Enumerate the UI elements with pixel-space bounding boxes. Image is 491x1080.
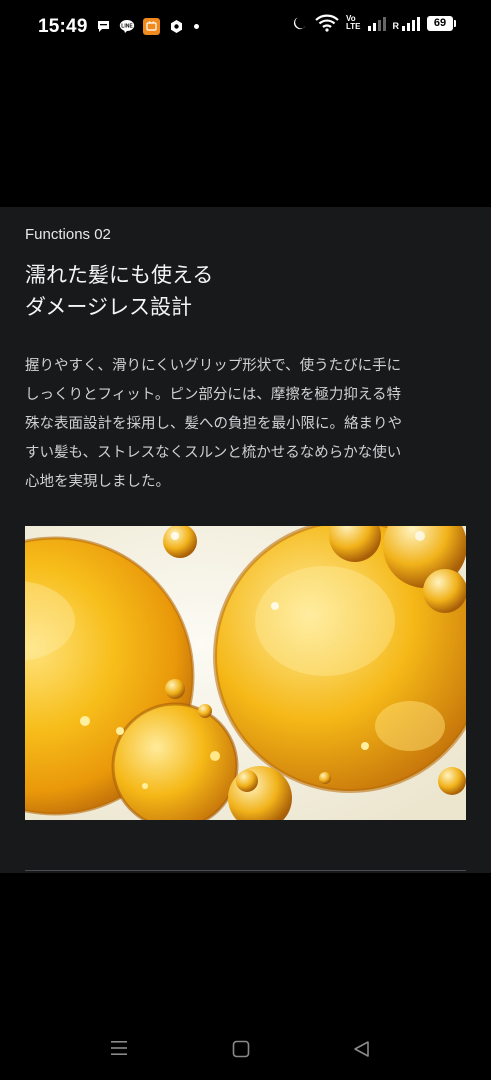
gear-icon xyxy=(168,19,184,35)
svg-text:LINE: LINE xyxy=(121,24,133,30)
section-heading: 濡れた髪にも使える ダメージレス設計 xyxy=(25,259,465,323)
screen: 15:49 LINE Vo LTE R 69 Functions 02 濡れた髪… xyxy=(0,0,491,1080)
signal-icon xyxy=(367,15,386,31)
section-divider xyxy=(25,870,466,871)
back-icon[interactable] xyxy=(353,1040,371,1062)
volte-bottom: LTE xyxy=(345,22,361,31)
app-icon xyxy=(143,18,160,35)
signal-icon-2 xyxy=(402,15,420,31)
section-label: Functions 02 xyxy=(25,226,111,243)
notification-icons: LINE xyxy=(95,18,199,35)
more-notifications-dot xyxy=(194,24,199,29)
heading-line-2: ダメージレス設計 xyxy=(25,295,192,319)
roaming-label: R xyxy=(392,21,400,31)
menu-icon[interactable] xyxy=(110,1040,128,1060)
status-time: 15:49 xyxy=(38,16,88,37)
body-line-1: 握りやすく、滑りにくいグリップ形状で、使うたびに手に xyxy=(25,358,402,374)
body-line-5: 心地を実現しました。 xyxy=(25,474,170,490)
section-body: 握りやすく、滑りにくいグリップ形状で、使うたびに手に しっくりとフィット。ピン部… xyxy=(25,352,466,497)
status-right: Vo LTE R 69 xyxy=(292,14,456,32)
line-icon: LINE xyxy=(119,19,135,35)
chat-icon xyxy=(95,19,111,35)
home-icon[interactable] xyxy=(232,1040,250,1062)
body-line-4: すい髪も、ストレスなくスルンと梳かせるなめらかな使い xyxy=(25,445,402,461)
moon-icon xyxy=(292,15,308,31)
status-bar: 15:49 LINE Vo LTE R 69 xyxy=(0,0,491,56)
wifi-icon xyxy=(315,14,339,32)
oil-bubbles-image xyxy=(25,526,466,820)
system-nav-bar xyxy=(0,1020,491,1080)
body-line-2: しっくりとフィット。ピン部分には、摩擦を極力抑える特 xyxy=(25,387,401,403)
volte-indicator: Vo LTE xyxy=(346,15,361,31)
heading-line-1: 濡れた髪にも使える xyxy=(25,263,214,287)
battery-icon: 69 xyxy=(427,15,456,31)
body-line-3: 殊な表面設計を採用し、髪への負担を最小限に。絡まりや xyxy=(25,416,402,432)
